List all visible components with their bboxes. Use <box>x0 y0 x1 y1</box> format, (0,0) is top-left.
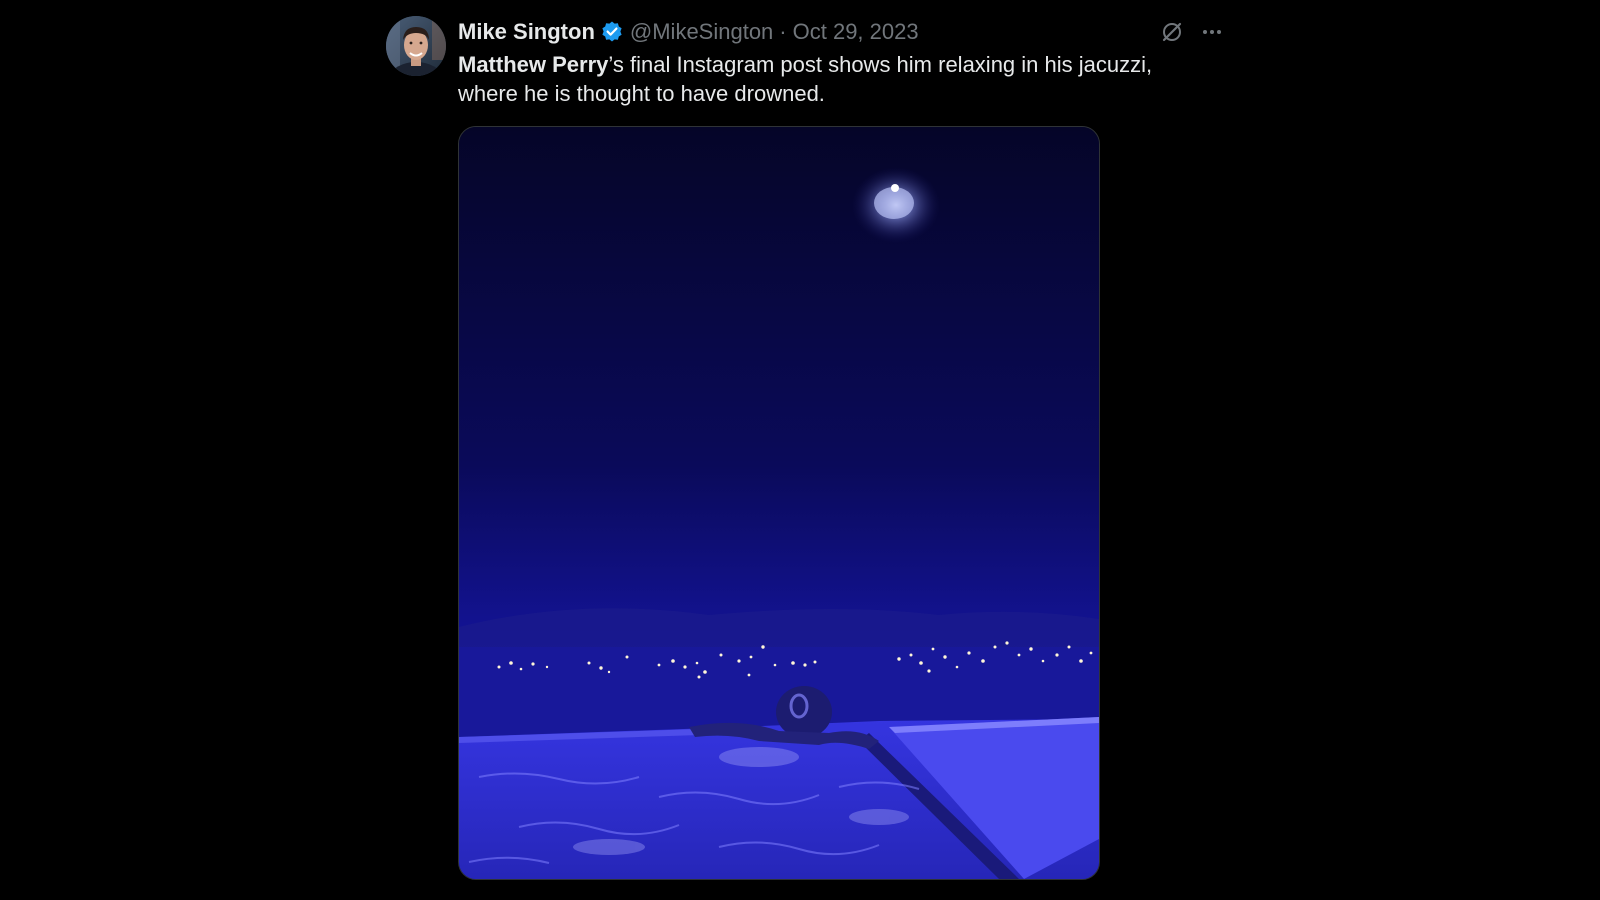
author-display-name[interactable]: Mike Sington <box>458 19 595 45</box>
tweet-text: Matthew Perry’s final Instagram post sho… <box>458 50 1198 108</box>
tweet-body: Mike Sington @MikeSington · Oct 29, 2023 <box>458 16 1226 108</box>
mentioned-name[interactable]: Matthew Perry <box>458 52 608 77</box>
avatar[interactable] <box>386 16 446 76</box>
header-separator: · <box>779 19 787 44</box>
tweet-media-image[interactable] <box>458 126 1100 880</box>
author-handle[interactable]: @MikeSington <box>630 19 773 45</box>
tweet-date[interactable]: Oct 29, 2023 <box>793 19 919 45</box>
more-icon[interactable] <box>1198 18 1226 46</box>
grok-icon[interactable] <box>1158 18 1186 46</box>
tweet[interactable]: Mike Sington @MikeSington · Oct 29, 2023 <box>386 16 1226 896</box>
tweet-header: Mike Sington @MikeSington · Oct 29, 2023 <box>458 16 1226 48</box>
header-actions <box>1158 16 1226 48</box>
verified-badge-icon[interactable] <box>600 20 624 44</box>
